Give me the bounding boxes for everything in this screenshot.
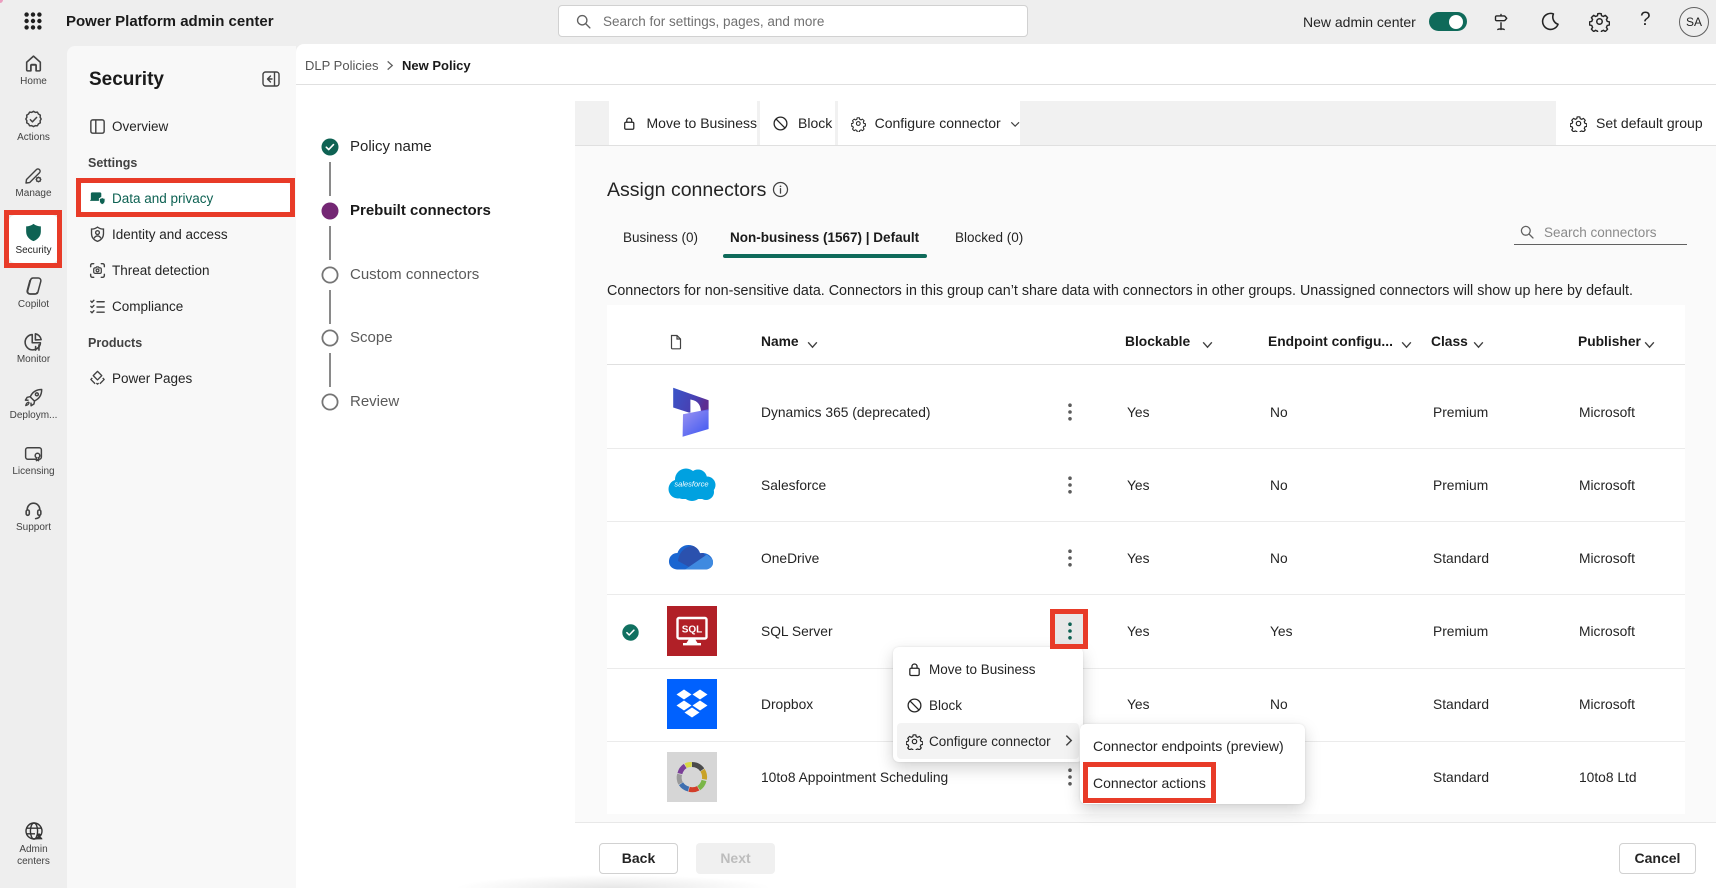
svg-text:salesforce: salesforce bbox=[674, 480, 708, 489]
svg-text:SQL: SQL bbox=[682, 625, 703, 636]
